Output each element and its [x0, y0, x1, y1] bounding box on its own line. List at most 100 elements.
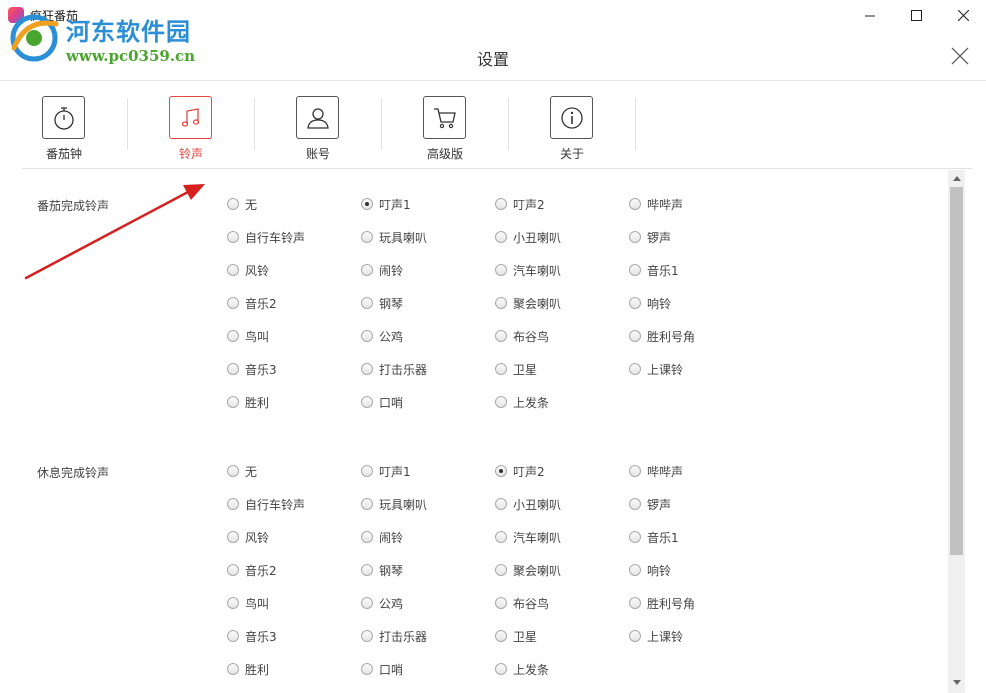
- scroll-thumb[interactable]: [950, 187, 963, 555]
- radio-option[interactable]: 音乐2: [227, 294, 277, 312]
- radio-button[interactable]: [495, 564, 507, 576]
- radio-option[interactable]: 小丑喇叭: [495, 495, 561, 513]
- radio-option[interactable]: 公鸡: [361, 594, 403, 612]
- radio-option[interactable]: 响铃: [629, 294, 671, 312]
- radio-option[interactable]: 胜利: [227, 660, 269, 678]
- radio-option[interactable]: 口哨: [361, 393, 403, 411]
- radio-button[interactable]: [227, 396, 239, 408]
- radio-button[interactable]: [227, 597, 239, 609]
- radio-option[interactable]: 卫星: [495, 627, 537, 645]
- minimize-button[interactable]: [847, 0, 893, 30]
- radio-button[interactable]: [495, 297, 507, 309]
- radio-option[interactable]: 无: [227, 195, 257, 213]
- radio-button[interactable]: [227, 630, 239, 642]
- radio-option[interactable]: 风铃: [227, 528, 269, 546]
- radio-button[interactable]: [227, 363, 239, 375]
- radio-option[interactable]: 玩具喇叭: [361, 228, 427, 246]
- radio-button[interactable]: [227, 231, 239, 243]
- radio-option[interactable]: 小丑喇叭: [495, 228, 561, 246]
- radio-button[interactable]: [361, 531, 373, 543]
- radio-option[interactable]: 音乐3: [227, 360, 277, 378]
- radio-option[interactable]: 哔哔声: [629, 195, 683, 213]
- radio-option[interactable]: 上发条: [495, 660, 549, 678]
- radio-option[interactable]: 鸟叫: [227, 594, 269, 612]
- radio-option[interactable]: 上课铃: [629, 627, 683, 645]
- radio-button[interactable]: [227, 663, 239, 675]
- radio-button[interactable]: [495, 630, 507, 642]
- radio-option[interactable]: 聚会喇叭: [495, 294, 561, 312]
- radio-option[interactable]: 打击乐器: [361, 627, 427, 645]
- radio-button[interactable]: [227, 531, 239, 543]
- radio-option[interactable]: 风铃: [227, 261, 269, 279]
- radio-option[interactable]: 叮声1: [361, 462, 411, 480]
- radio-button[interactable]: [495, 498, 507, 510]
- radio-button[interactable]: [629, 630, 641, 642]
- radio-option[interactable]: 叮声2: [495, 195, 545, 213]
- radio-button[interactable]: [361, 363, 373, 375]
- radio-button[interactable]: [361, 564, 373, 576]
- radio-option[interactable]: 鸟叫: [227, 327, 269, 345]
- radio-option[interactable]: 公鸡: [361, 327, 403, 345]
- radio-button[interactable]: [629, 264, 641, 276]
- radio-button[interactable]: [629, 465, 641, 477]
- radio-button[interactable]: [495, 363, 507, 375]
- radio-button[interactable]: [227, 264, 239, 276]
- radio-button[interactable]: [361, 597, 373, 609]
- dialog-close-button[interactable]: [948, 44, 972, 68]
- radio-button[interactable]: [361, 264, 373, 276]
- window-close-button[interactable]: [940, 0, 986, 30]
- radio-button[interactable]: [361, 231, 373, 243]
- radio-option[interactable]: 闹铃: [361, 528, 403, 546]
- radio-option[interactable]: 自行车铃声: [227, 495, 305, 513]
- radio-option[interactable]: 无: [227, 462, 257, 480]
- radio-option[interactable]: 布谷鸟: [495, 327, 549, 345]
- radio-button[interactable]: [629, 198, 641, 210]
- radio-option[interactable]: 口哨: [361, 660, 403, 678]
- radio-button[interactable]: [495, 597, 507, 609]
- radio-option[interactable]: 音乐1: [629, 528, 679, 546]
- radio-option[interactable]: 聚会喇叭: [495, 561, 561, 579]
- radio-button[interactable]: [629, 498, 641, 510]
- tab-premium[interactable]: 高级版: [405, 96, 485, 166]
- radio-button[interactable]: [227, 297, 239, 309]
- radio-button[interactable]: [227, 564, 239, 576]
- radio-button[interactable]: [629, 597, 641, 609]
- radio-button[interactable]: [361, 330, 373, 342]
- radio-option[interactable]: 胜利: [227, 393, 269, 411]
- tab-account[interactable]: 账号: [278, 96, 358, 166]
- radio-option[interactable]: 汽车喇叭: [495, 528, 561, 546]
- radio-button[interactable]: [495, 465, 507, 477]
- radio-button[interactable]: [227, 465, 239, 477]
- radio-button[interactable]: [495, 198, 507, 210]
- radio-button[interactable]: [361, 396, 373, 408]
- radio-option[interactable]: 卫星: [495, 360, 537, 378]
- radio-button[interactable]: [361, 297, 373, 309]
- radio-button[interactable]: [629, 297, 641, 309]
- radio-button[interactable]: [227, 198, 239, 210]
- radio-option[interactable]: 胜利号角: [629, 594, 695, 612]
- radio-option[interactable]: 钢琴: [361, 561, 403, 579]
- radio-option[interactable]: 钢琴: [361, 294, 403, 312]
- radio-option[interactable]: 闹铃: [361, 261, 403, 279]
- tab-ringtone[interactable]: 铃声: [151, 96, 231, 166]
- radio-option[interactable]: 自行车铃声: [227, 228, 305, 246]
- radio-button[interactable]: [495, 330, 507, 342]
- radio-button[interactable]: [495, 531, 507, 543]
- radio-option[interactable]: 锣声: [629, 228, 671, 246]
- radio-button[interactable]: [495, 231, 507, 243]
- radio-button[interactable]: [227, 330, 239, 342]
- radio-option[interactable]: 玩具喇叭: [361, 495, 427, 513]
- radio-option[interactable]: 音乐2: [227, 561, 277, 579]
- vertical-scrollbar[interactable]: [948, 170, 965, 693]
- radio-button[interactable]: [361, 663, 373, 675]
- radio-button[interactable]: [361, 198, 373, 210]
- radio-button[interactable]: [629, 531, 641, 543]
- radio-button[interactable]: [495, 264, 507, 276]
- radio-button[interactable]: [629, 564, 641, 576]
- radio-option[interactable]: 上课铃: [629, 360, 683, 378]
- maximize-button[interactable]: [893, 0, 939, 30]
- tab-about[interactable]: 关于: [532, 96, 612, 166]
- radio-option[interactable]: 叮声2: [495, 462, 545, 480]
- radio-option[interactable]: 锣声: [629, 495, 671, 513]
- scroll-down-button[interactable]: [948, 674, 965, 691]
